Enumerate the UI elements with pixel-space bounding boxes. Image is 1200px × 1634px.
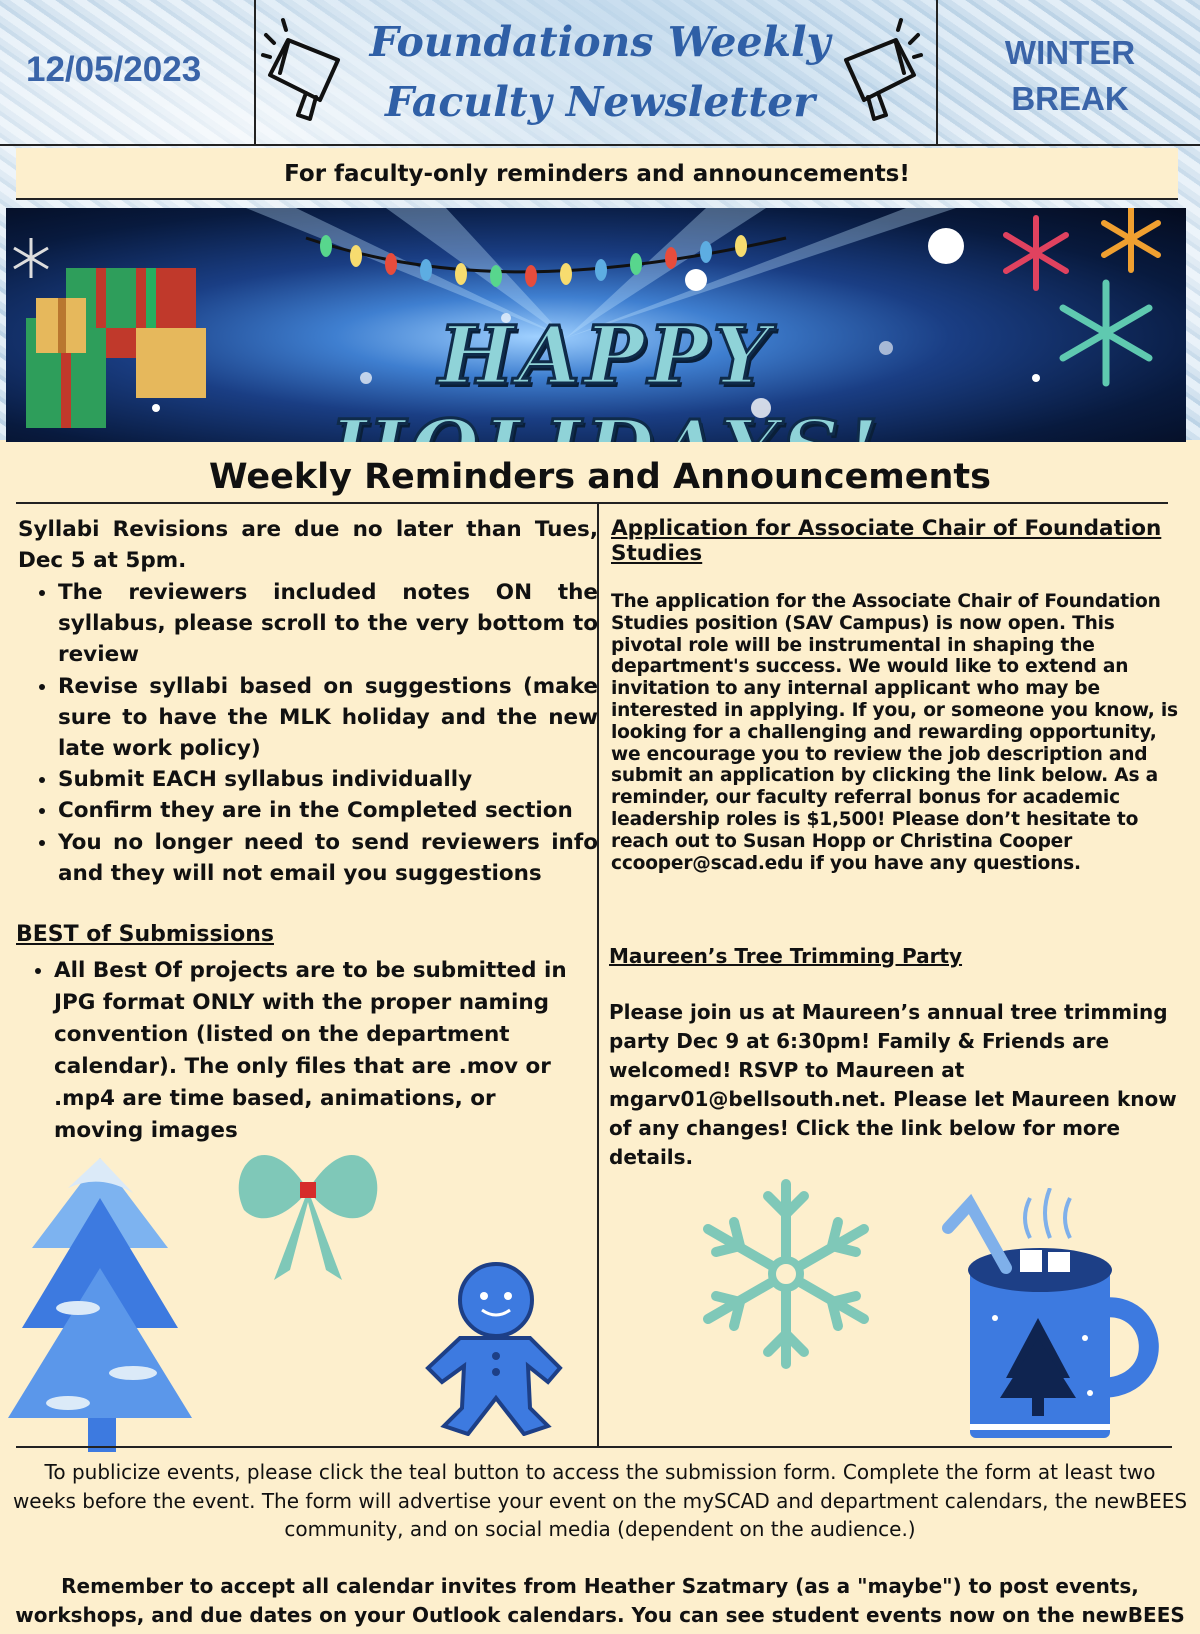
gingerbread-man-icon: [420, 1258, 568, 1436]
bottom-rule: [16, 1446, 1172, 1448]
list-item: Revise syllabi based on suggestions (mak…: [58, 671, 598, 765]
list-item: All Best Of projects are to be submitted…: [54, 955, 576, 1147]
list-item: You no longer need to send reviewers inf…: [58, 827, 598, 889]
syllabi-list: The reviewers included notes ON the syll…: [58, 577, 598, 889]
best-of-list: All Best Of projects are to be submitted…: [16, 955, 576, 1147]
break-line-2: BREAK: [1011, 80, 1129, 117]
holiday-banner: HAPPY HOLIDAYS!: [6, 208, 1186, 442]
section-rule: [16, 502, 1168, 504]
newsletter-header: 12/05/2023 Foundations Weekly Faculty Ne…: [0, 0, 1200, 146]
list-item: Submit EACH syllabus individually: [58, 764, 598, 795]
snowflake-icon: [696, 1176, 876, 1372]
associate-chair-heading[interactable]: Application for Associate Chair of Found…: [611, 516, 1191, 566]
calendar-invites-note: Remember to accept all calendar invites …: [15, 1574, 1185, 1627]
title-line-2: Faculty Newsletter: [385, 78, 815, 126]
publicize-events-note: To publicize events, please click the te…: [12, 1460, 1188, 1541]
syllabi-lead: Syllabi Revisions are due no later than …: [18, 517, 598, 573]
winter-break-label: WINTER BREAK: [960, 30, 1180, 122]
list-item: Confirm they are in the Completed sectio…: [58, 795, 598, 826]
header-divider: [254, 0, 256, 146]
newsletter-title: Foundations Weekly Faculty Newsletter: [330, 12, 870, 132]
section-title: Weekly Reminders and Announcements: [209, 457, 991, 497]
list-item: The reviewers included notes ON the syll…: [58, 577, 598, 671]
christmas-tree-icon: [8, 1158, 192, 1452]
associate-chair-announcement: Application for Associate Chair of Found…: [611, 516, 1191, 874]
best-of-heading: BEST of Submissions: [16, 922, 274, 947]
newsletter-date: 12/05/2023: [26, 50, 202, 89]
happy-holidays-text: HAPPY HOLIDAYS!: [328, 307, 879, 443]
tree-trimming-body: Please join us at Maureen’s annual tree …: [609, 1000, 1177, 1169]
title-line-1: Foundations Weekly: [369, 18, 831, 66]
header-divider: [936, 0, 938, 146]
associate-chair-body: The application for the Associate Chair …: [611, 591, 1178, 874]
syllabi-reminder: Syllabi Revisions are due no later than …: [18, 514, 598, 889]
tagline: For faculty-only reminders and announcem…: [16, 148, 1178, 200]
break-line-1: WINTER: [1004, 34, 1136, 71]
bow-icon: [224, 1130, 392, 1280]
tree-trimming-heading[interactable]: Maureen’s Tree Trimming Party: [609, 944, 962, 968]
hot-cocoa-mug-icon: [940, 1188, 1170, 1442]
megaphone-icon: [816, 15, 926, 125]
